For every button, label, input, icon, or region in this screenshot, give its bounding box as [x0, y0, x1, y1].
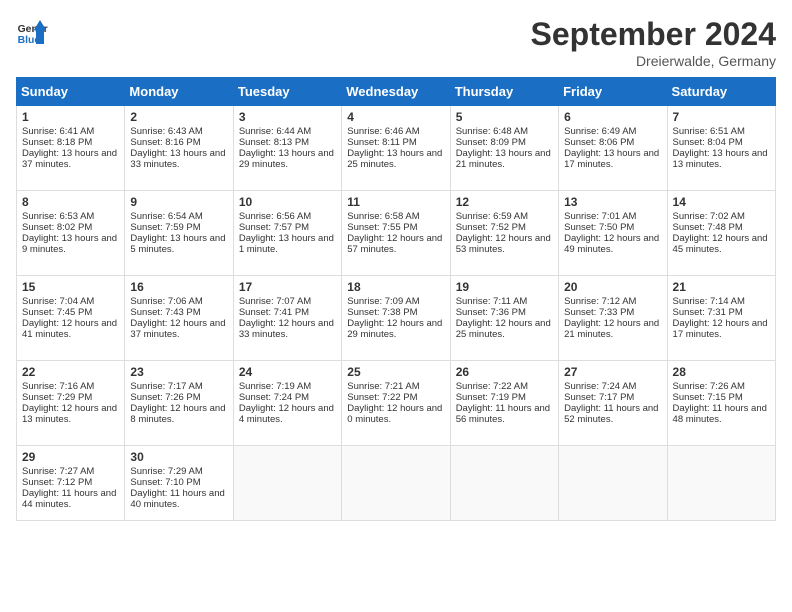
- title-area: September 2024 Dreierwalde, Germany: [531, 16, 776, 69]
- month-title: September 2024: [531, 16, 776, 53]
- day-4: 4 Sunrise: 6:46 AM Sunset: 8:11 PM Dayli…: [342, 106, 450, 191]
- day-28: 28 Sunrise: 7:26 AM Sunset: 7:15 PM Dayl…: [667, 361, 775, 446]
- header-tuesday: Tuesday: [233, 78, 341, 106]
- day-14: 14 Sunrise: 7:02 AM Sunset: 7:48 PM Dayl…: [667, 191, 775, 276]
- week-row-5: 29 Sunrise: 7:27 AM Sunset: 7:12 PM Dayl…: [17, 446, 776, 521]
- day-2: 2 Sunrise: 6:43 AM Sunset: 8:16 PM Dayli…: [125, 106, 233, 191]
- day-27: 27 Sunrise: 7:24 AM Sunset: 7:17 PM Dayl…: [559, 361, 667, 446]
- day-6: 6 Sunrise: 6:49 AM Sunset: 8:06 PM Dayli…: [559, 106, 667, 191]
- logo-icon: General Blue: [16, 16, 48, 48]
- day-18: 18 Sunrise: 7:09 AM Sunset: 7:38 PM Dayl…: [342, 276, 450, 361]
- day-5: 5 Sunrise: 6:48 AM Sunset: 8:09 PM Dayli…: [450, 106, 558, 191]
- day-empty-4: [559, 446, 667, 521]
- day-19: 19 Sunrise: 7:11 AM Sunset: 7:36 PM Dayl…: [450, 276, 558, 361]
- day-23: 23 Sunrise: 7:17 AM Sunset: 7:26 PM Dayl…: [125, 361, 233, 446]
- header-friday: Friday: [559, 78, 667, 106]
- day-30: 30 Sunrise: 7:29 AM Sunset: 7:10 PM Dayl…: [125, 446, 233, 521]
- week-row-1: 1 Sunrise: 6:41 AM Sunset: 8:18 PM Dayli…: [17, 106, 776, 191]
- day-empty-3: [450, 446, 558, 521]
- page-header: General Blue September 2024 Dreierwalde,…: [16, 16, 776, 69]
- day-29: 29 Sunrise: 7:27 AM Sunset: 7:12 PM Dayl…: [17, 446, 125, 521]
- week-row-4: 22 Sunrise: 7:16 AM Sunset: 7:29 PM Dayl…: [17, 361, 776, 446]
- week-row-2: 8 Sunrise: 6:53 AM Sunset: 8:02 PM Dayli…: [17, 191, 776, 276]
- day-empty-1: [233, 446, 341, 521]
- day-7: 7 Sunrise: 6:51 AM Sunset: 8:04 PM Dayli…: [667, 106, 775, 191]
- logo: General Blue: [16, 16, 48, 48]
- day-11: 11 Sunrise: 6:58 AM Sunset: 7:55 PM Dayl…: [342, 191, 450, 276]
- header-sunday: Sunday: [17, 78, 125, 106]
- calendar-table: Sunday Monday Tuesday Wednesday Thursday…: [16, 77, 776, 521]
- header-wednesday: Wednesday: [342, 78, 450, 106]
- day-3: 3 Sunrise: 6:44 AM Sunset: 8:13 PM Dayli…: [233, 106, 341, 191]
- header-saturday: Saturday: [667, 78, 775, 106]
- week-row-3: 15 Sunrise: 7:04 AM Sunset: 7:45 PM Dayl…: [17, 276, 776, 361]
- day-22: 22 Sunrise: 7:16 AM Sunset: 7:29 PM Dayl…: [17, 361, 125, 446]
- header-thursday: Thursday: [450, 78, 558, 106]
- day-20: 20 Sunrise: 7:12 AM Sunset: 7:33 PM Dayl…: [559, 276, 667, 361]
- day-1: 1 Sunrise: 6:41 AM Sunset: 8:18 PM Dayli…: [17, 106, 125, 191]
- weekday-header-row: Sunday Monday Tuesday Wednesday Thursday…: [17, 78, 776, 106]
- day-empty-2: [342, 446, 450, 521]
- day-10: 10 Sunrise: 6:56 AM Sunset: 7:57 PM Dayl…: [233, 191, 341, 276]
- day-26: 26 Sunrise: 7:22 AM Sunset: 7:19 PM Dayl…: [450, 361, 558, 446]
- day-9: 9 Sunrise: 6:54 AM Sunset: 7:59 PM Dayli…: [125, 191, 233, 276]
- header-monday: Monday: [125, 78, 233, 106]
- day-13: 13 Sunrise: 7:01 AM Sunset: 7:50 PM Dayl…: [559, 191, 667, 276]
- day-8: 8 Sunrise: 6:53 AM Sunset: 8:02 PM Dayli…: [17, 191, 125, 276]
- location: Dreierwalde, Germany: [531, 53, 776, 69]
- day-12: 12 Sunrise: 6:59 AM Sunset: 7:52 PM Dayl…: [450, 191, 558, 276]
- day-16: 16 Sunrise: 7:06 AM Sunset: 7:43 PM Dayl…: [125, 276, 233, 361]
- day-15: 15 Sunrise: 7:04 AM Sunset: 7:45 PM Dayl…: [17, 276, 125, 361]
- day-25: 25 Sunrise: 7:21 AM Sunset: 7:22 PM Dayl…: [342, 361, 450, 446]
- day-24: 24 Sunrise: 7:19 AM Sunset: 7:24 PM Dayl…: [233, 361, 341, 446]
- day-21: 21 Sunrise: 7:14 AM Sunset: 7:31 PM Dayl…: [667, 276, 775, 361]
- day-17: 17 Sunrise: 7:07 AM Sunset: 7:41 PM Dayl…: [233, 276, 341, 361]
- day-empty-5: [667, 446, 775, 521]
